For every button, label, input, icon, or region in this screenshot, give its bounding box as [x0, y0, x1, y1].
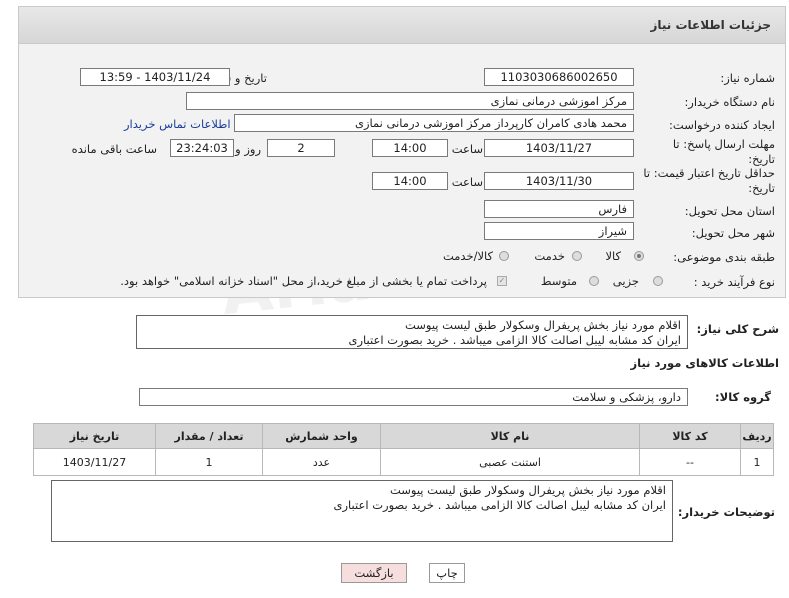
category-goods-radio[interactable] [634, 251, 644, 261]
col-code: کد کالا [639, 423, 741, 449]
deadline-date-field[interactable]: 1403/11/27 [484, 139, 634, 157]
creator-field[interactable]: محمد هادی کامران کارپرداز مرکز اموزشی در… [234, 114, 634, 132]
validity-time-label: ساعت [451, 175, 483, 189]
category-goods-label: کالا [605, 249, 621, 263]
cell-date: 1403/11/27 [33, 448, 156, 476]
description-line-2: ایران کد مشابه لیبل اصالت کالا الزامی می… [348, 333, 681, 347]
description-textarea[interactable]: اقلام مورد نیاز بخش پریفرال وسکولار طبق … [136, 315, 688, 349]
deadline-time-label: ساعت [451, 142, 483, 156]
validity-time-field[interactable]: 14:00 [372, 172, 448, 190]
cell-row: 1 [740, 448, 774, 476]
buyer-org-label: نام دستگاه خریدار: [684, 95, 775, 109]
city-label: شهر محل تحویل: [691, 226, 775, 240]
cell-name: استنت عصبی [380, 448, 640, 476]
category-service-label: خدمت [534, 249, 565, 263]
col-row: ردیف [740, 423, 774, 449]
table-row[interactable]: 1 -- استنت عصبی عدد 1 1403/11/27 [33, 448, 774, 476]
goods-group-field[interactable]: دارو، پزشکی و سلامت [139, 388, 688, 406]
validity-date-field[interactable]: 1403/11/30 [484, 172, 634, 190]
process-label: نوع فرآیند خرید : [693, 275, 775, 289]
days-label: روز و [235, 142, 261, 156]
creator-label: ایجاد کننده درخواست: [669, 118, 775, 132]
process-medium-radio[interactable] [589, 276, 599, 286]
province-label: استان محل تحویل: [684, 204, 775, 218]
buyer-notes-textarea[interactable]: اقلام مورد نیاز بخش پریفرال وسکولار طبق … [51, 480, 673, 542]
cell-unit: عدد [262, 448, 381, 476]
days-field[interactable]: 2 [267, 139, 335, 157]
panel-header: جزئیات اطلاعات نیاز [19, 7, 785, 44]
need-number-label: شماره نیاز: [720, 71, 775, 85]
category-both-radio[interactable] [499, 251, 509, 261]
need-number-field[interactable]: 1103030686002650 [484, 68, 634, 86]
remaining-field[interactable]: 23:24:03 [170, 139, 234, 157]
province-field[interactable]: فارس [484, 200, 634, 218]
category-both-label: کالا/خدمت [442, 249, 493, 263]
description-label: شرح کلی نیاز: [696, 322, 779, 336]
deadline-time-field[interactable]: 14:00 [372, 139, 448, 157]
category-service-radio[interactable] [572, 251, 582, 261]
panel-title: جزئیات اطلاعات نیاز [650, 18, 771, 32]
process-minor-radio[interactable] [653, 276, 663, 286]
contact-info-link[interactable]: اطلاعات تماس خریدار [124, 117, 231, 131]
col-name: نام کالا [380, 423, 640, 449]
items-table: ردیف کد کالا نام کالا واحد شمارش تعداد /… [33, 423, 774, 476]
buyer-notes-line-1: اقلام مورد نیاز بخش پریفرال وسکولار طبق … [389, 483, 666, 497]
buyer-org-field[interactable]: مرکز اموزشی درمانی نمازی [186, 92, 634, 110]
process-medium-label: متوسط [540, 274, 577, 288]
description-line-1: اقلام مورد نیاز بخش پریفرال وسکولار طبق … [404, 318, 681, 332]
items-table-header: ردیف کد کالا نام کالا واحد شمارش تعداد /… [33, 423, 774, 449]
deadline-label: مهلت ارسال پاسخ: تا تاریخ: [672, 137, 775, 166]
payment-checkbox[interactable]: ✓ [497, 276, 507, 286]
city-field[interactable]: شیراز [484, 222, 634, 240]
col-unit: واحد شمارش [262, 423, 381, 449]
buyer-notes-line-2: ایران کد مشابه لیبل اصالت کالا الزامی می… [333, 498, 666, 512]
validity-label: حداقل تاریخ اعتبار قیمت: تا تاریخ: [643, 166, 775, 195]
cell-qty: 1 [155, 448, 263, 476]
back-button[interactable]: بازگشت [341, 563, 407, 583]
print-button[interactable]: چاپ [429, 563, 465, 583]
col-date: تاریخ نیاز [33, 423, 156, 449]
goods-group-label: گروه کالا: [715, 390, 771, 404]
category-label: طبقه بندی موضوعی: [673, 250, 775, 264]
payment-note: پرداخت تمام یا بخشی از مبلغ خرید،از محل … [120, 274, 487, 288]
announce-field[interactable]: 1403/11/24 - 13:59 [80, 68, 230, 86]
cell-code: -- [639, 448, 741, 476]
remaining-label: ساعت باقی مانده [71, 142, 157, 156]
goods-info-title: اطلاعات کالاهای مورد نیاز [630, 356, 779, 370]
buyer-notes-label: توضیحات خریدار: [677, 505, 775, 519]
process-minor-label: جزیی [612, 274, 639, 288]
col-qty: تعداد / مقدار [155, 423, 263, 449]
